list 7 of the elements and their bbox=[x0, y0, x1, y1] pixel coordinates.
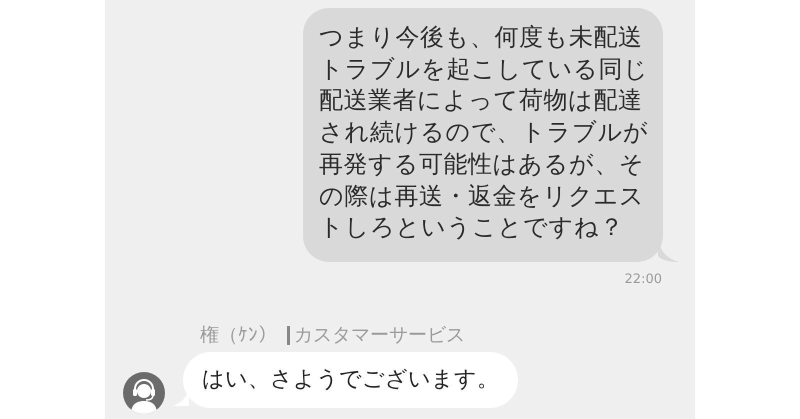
timestamp: 22:00 bbox=[624, 270, 662, 289]
avatar-icon bbox=[123, 372, 165, 414]
message-bubble: はい、さようでございます。 bbox=[183, 352, 518, 408]
name-divider bbox=[287, 326, 290, 345]
message-bubble: つまり今後も、何度も未配送トラブルを起こしている同じ配送業者によって荷物は配達され続けるので、トラブルが再発する可能性はあるが、その際は再送・返金をリクエストしろということですね？ bbox=[303, 8, 663, 262]
sender-department: カスタマーサービス bbox=[294, 323, 465, 348]
sender-name: 権（ｹﾝ） bbox=[200, 323, 277, 348]
